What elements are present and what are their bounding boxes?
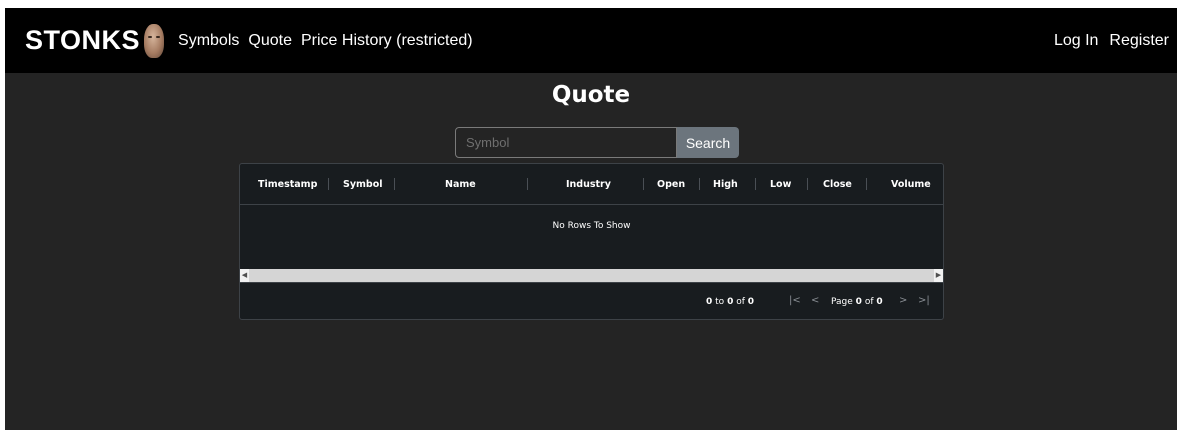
brand-logo-link[interactable]: STONKS	[25, 23, 165, 58]
column-label: Volume	[891, 178, 931, 190]
nav-link-price-history[interactable]: Price History (restricted)	[301, 32, 473, 50]
column-separator	[699, 178, 700, 190]
grid-body: No Rows To Show	[240, 205, 943, 269]
column-label: Open	[657, 178, 686, 190]
page-of-label: of	[864, 297, 874, 307]
search-button[interactable]: Search	[677, 127, 739, 158]
nav-link-symbols[interactable]: Symbols	[178, 32, 239, 50]
of-label: of	[736, 297, 745, 307]
row-count-summary: 0 to 0 of 0	[706, 297, 754, 307]
meme-face-logo-icon	[144, 23, 165, 58]
app-frame: STONKS Symbols Quote Price History (rest…	[5, 8, 1177, 430]
grid-header: Timestamp Symbol Name Industry Open High…	[240, 164, 943, 205]
nav-links: Symbols Quote Price History (restricted)	[178, 32, 482, 50]
column-separator	[643, 178, 644, 190]
column-label: Industry	[566, 178, 611, 190]
quote-grid: Timestamp Symbol Name Industry Open High…	[239, 163, 944, 320]
nav-link-quote[interactable]: Quote	[248, 32, 292, 50]
column-label: Name	[445, 178, 476, 190]
no-rows-message: No Rows To Show	[552, 221, 631, 231]
first-page-icon[interactable]: |<	[789, 295, 801, 306]
nav-link-log-in[interactable]: Log In	[1054, 32, 1098, 50]
grid-pagination: 0 to 0 of 0 |< < Page 0 of 0 > >|	[240, 282, 943, 319]
page-title: Quote	[551, 82, 631, 108]
column-label: Symbol	[343, 178, 383, 190]
search-bar: Search	[455, 127, 739, 158]
column-header-volume[interactable]: Volume	[891, 164, 931, 204]
column-label: Close	[823, 178, 852, 190]
column-header-name[interactable]: Name	[445, 164, 476, 204]
column-separator	[755, 178, 756, 190]
scroll-right-icon[interactable]: ▶	[934, 269, 943, 282]
page-indicator: Page 0 of 0	[831, 297, 883, 307]
column-header-timestamp[interactable]: Timestamp	[258, 164, 317, 204]
page-label: Page	[831, 297, 853, 307]
to-label: to	[715, 297, 725, 307]
column-header-close[interactable]: Close	[823, 164, 852, 204]
previous-page-icon[interactable]: <	[811, 295, 819, 306]
current-page: 0	[855, 297, 862, 307]
scroll-left-icon[interactable]: ◀	[240, 269, 249, 282]
column-header-industry[interactable]: Industry	[566, 164, 611, 204]
column-separator	[807, 178, 808, 190]
column-label: Low	[770, 178, 792, 190]
symbol-search-input[interactable]	[455, 127, 677, 158]
column-label: High	[713, 178, 738, 190]
column-label: Timestamp	[258, 178, 318, 190]
column-separator	[394, 178, 395, 190]
column-separator	[866, 178, 867, 190]
nav-auth-links: Log In Register	[1043, 32, 1169, 50]
total-pages: 0	[876, 297, 883, 307]
nav-link-register[interactable]: Register	[1109, 32, 1169, 50]
column-header-open[interactable]: Open	[657, 164, 685, 204]
row-from: 0	[706, 297, 713, 307]
column-header-low[interactable]: Low	[770, 164, 791, 204]
last-page-icon[interactable]: >|	[918, 295, 930, 306]
next-page-icon[interactable]: >	[899, 295, 907, 306]
column-separator	[527, 178, 528, 190]
brand-name: STONKS	[25, 25, 141, 55]
navbar: STONKS Symbols Quote Price History (rest…	[5, 8, 1177, 73]
column-header-symbol[interactable]: Symbol	[343, 164, 383, 204]
column-separator	[328, 178, 329, 190]
row-to: 0	[727, 297, 734, 307]
horizontal-scrollbar[interactable]: ◀ ▶	[240, 269, 943, 282]
row-total: 0	[747, 297, 755, 307]
column-header-high[interactable]: High	[713, 164, 738, 204]
